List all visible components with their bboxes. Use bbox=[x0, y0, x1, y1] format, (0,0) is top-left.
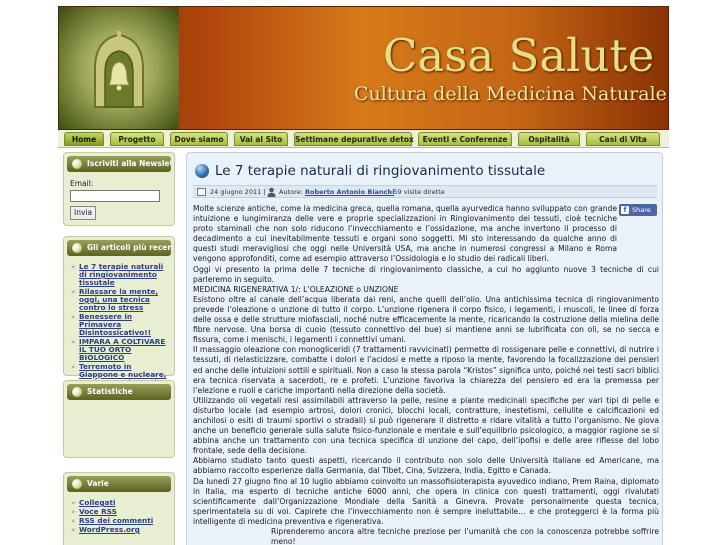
bullet-icon bbox=[72, 387, 82, 397]
nav-home[interactable]: Home bbox=[64, 132, 104, 146]
site-header: Casa Salute Cultura della Medicina Natur… bbox=[58, 6, 669, 130]
paragraph: Abbiamo studiato tanto questi aspetti, r… bbox=[193, 456, 659, 476]
newsletter-title: Iscriviti alla Newsletter bbox=[87, 159, 171, 168]
stats-widget: Statistiche bbox=[63, 380, 175, 458]
list-item: RSS dei commenti bbox=[70, 516, 168, 526]
widget-title: Iscriviti alla Newsletter bbox=[67, 156, 171, 172]
list-item: WordPress.org bbox=[70, 525, 168, 535]
site-title[interactable]: Casa Salute bbox=[383, 29, 654, 82]
nav-progetto[interactable]: Progetto bbox=[110, 132, 164, 146]
site-subtitle: Cultura della Medicina Naturale bbox=[354, 83, 667, 105]
author-label: Autore: bbox=[279, 188, 303, 196]
recent-post-link[interactable]: IMPARA A COLTIVARE IL TUO ORTO BIOLOGICO bbox=[79, 337, 165, 362]
calendar-icon bbox=[197, 188, 206, 196]
recent-post-link[interactable]: Rilassare la mente, oggi, una tecnica co… bbox=[79, 287, 158, 312]
comments-rss-link[interactable]: RSS dei commenti bbox=[79, 516, 153, 525]
post-body: Molte scienze antiche, come la medicina … bbox=[193, 204, 659, 545]
post-header: Le 7 terapie naturali di ringiovanimento… bbox=[193, 158, 657, 186]
email-label: Email: bbox=[70, 179, 94, 188]
nav-dove-siamo[interactable]: Dove siamo bbox=[170, 132, 228, 146]
user-icon bbox=[267, 187, 276, 197]
bullet-icon bbox=[72, 479, 82, 489]
list-item: IMPARA A COLTIVARE IL TUO ORTO BIOLOGICO bbox=[70, 338, 168, 362]
bell-tower-icon bbox=[94, 31, 144, 108]
recent-posts-title: Gli articoli più recenti bbox=[87, 243, 171, 252]
list-item: Benessere in Primavera Disintossicativo!… bbox=[70, 313, 168, 337]
widget-title: Statistiche bbox=[67, 384, 171, 400]
stats-title: Statistiche bbox=[87, 387, 133, 396]
paragraph: Da lunedì 27 giugno fino al 10 luglio ab… bbox=[193, 476, 659, 526]
newsletter-widget: Iscriviti alla Newsletter Email: Invia bbox=[63, 152, 175, 226]
paragraph: Molte scienze antiche, come la medicina … bbox=[193, 204, 617, 264]
bullet-icon bbox=[72, 243, 82, 253]
nav-vai-al-sito[interactable]: Vai al Sito bbox=[234, 132, 288, 146]
paragraph: MEDICINA RIGENERATIVA 1/: L’OLEAZIONE o … bbox=[193, 284, 399, 294]
post-title[interactable]: Le 7 terapie naturali di ringiovanimento… bbox=[215, 163, 545, 179]
recent-post-link[interactable]: Benessere in Primavera Disintossicativo!… bbox=[79, 312, 151, 337]
paragraph: Il massaggio oleazione con monogliceridi… bbox=[193, 345, 659, 395]
recent-post-link[interactable]: Le 7 terapie naturali di ringiovanimento… bbox=[79, 262, 163, 287]
post-meta: 24 giugno 2011 | Autore: Roberto Antonio… bbox=[193, 185, 657, 198]
main-nav: Home Progetto Dove siamo Vai al Sito Set… bbox=[58, 130, 669, 148]
nav-casi-di-vita[interactable]: Casi di Vita bbox=[586, 132, 660, 146]
list-item: Voce RSS bbox=[70, 507, 168, 517]
paragraph: Oggi vi presento la prima delle 7 tecnic… bbox=[193, 264, 659, 284]
email-field[interactable] bbox=[70, 190, 160, 202]
list-item: Le 7 terapie naturali di ringiovanimento… bbox=[70, 263, 168, 287]
nav-eventi[interactable]: Eventi e Conferenze bbox=[418, 132, 512, 146]
send-button[interactable]: Invia bbox=[70, 206, 97, 220]
widget-title: Varie bbox=[67, 476, 171, 492]
list-item: Rilassare la mente, oggi, una tecnica co… bbox=[70, 288, 168, 312]
post-content: Le 7 terapie naturali di ringiovanimento… bbox=[186, 152, 663, 545]
rss-link[interactable]: Voce RSS bbox=[79, 507, 117, 516]
logo[interactable] bbox=[59, 7, 179, 129]
view-count: - 59 visite dirette bbox=[389, 188, 445, 196]
post-date: 24 giugno 2011 | bbox=[210, 188, 266, 196]
misc-widget: Varie Collegati Voce RSS RSS dei comment… bbox=[63, 472, 175, 545]
login-link[interactable]: Collegati bbox=[79, 498, 115, 507]
author-link[interactable]: Roberto Antonio Bianchi bbox=[305, 188, 394, 196]
nav-ospitalita[interactable]: Ospitalità bbox=[518, 132, 580, 146]
bullet-icon bbox=[72, 159, 82, 169]
misc-title: Varie bbox=[87, 479, 109, 488]
paragraph: Utilizzando oli vegetali resi assimilabi… bbox=[193, 395, 659, 456]
list-item: Collegati bbox=[70, 498, 168, 508]
paragraph: Riprenderemo ancora altre tecniche prezi… bbox=[271, 527, 659, 545]
widget-title: Gli articoli più recenti bbox=[67, 240, 171, 256]
wordpress-link[interactable]: WordPress.org bbox=[79, 525, 140, 534]
nav-settimane-detox[interactable]: Settimane depurative detox bbox=[294, 132, 414, 146]
recent-posts-widget: Gli articoli più recenti Le 7 terapie na… bbox=[63, 236, 175, 395]
paragraph: Esistono oltre al canale dell’acqua libe… bbox=[193, 294, 659, 345]
globe-icon bbox=[195, 164, 209, 178]
